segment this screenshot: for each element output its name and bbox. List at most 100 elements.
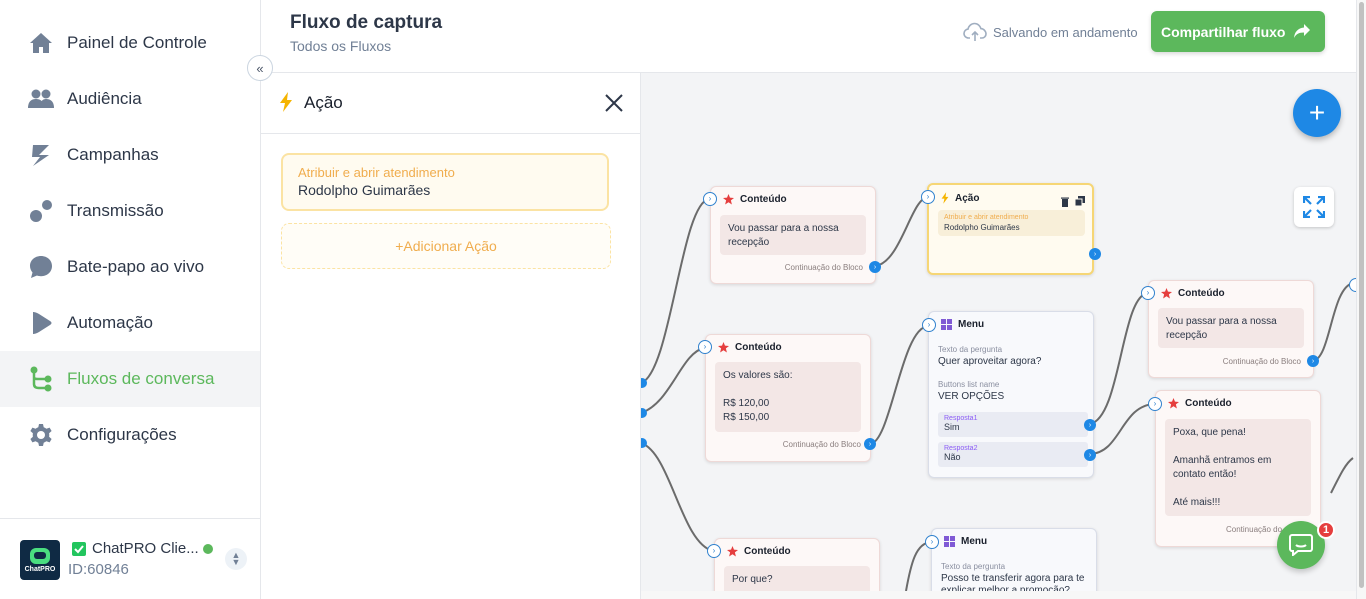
port-in[interactable]: › <box>922 318 936 332</box>
plus-icon: + <box>1308 97 1326 128</box>
port-in[interactable] <box>1349 278 1356 292</box>
account-name: ChatPRO Clie... <box>92 540 199 557</box>
app: Painel de Controle Audiência Campanhas T… <box>0 0 1366 599</box>
port-out[interactable]: › <box>1089 248 1101 260</box>
node-title: Menu <box>961 536 988 547</box>
collapse-sidebar-button[interactable]: « <box>247 55 273 81</box>
fullscreen-button[interactable] <box>1294 187 1334 227</box>
share-flow-label: Compartilhar fluxo <box>1161 23 1286 40</box>
sidebar: Painel de Controle Audiência Campanhas T… <box>0 0 261 599</box>
chat-bubble-icon <box>1289 534 1313 556</box>
node-response: Resposta1 Sim <box>938 412 1088 437</box>
sidebar-item-label: Transmissão <box>67 201 164 220</box>
port-in[interactable]: › <box>698 340 712 354</box>
flow-canvas[interactable]: Conteúdo Vou passar para a nossa recepçã… <box>641 73 1356 591</box>
sidebar-item-transmissao[interactable]: Transmissão <box>0 183 260 239</box>
account-switch-chevrons-icon[interactable]: ▲ ▼ <box>225 548 247 570</box>
star-icon <box>718 342 729 353</box>
share-arrow-icon <box>1294 24 1310 38</box>
port-out[interactable]: › <box>869 261 881 273</box>
broadcast-icon <box>28 198 54 224</box>
node-title: Conteúdo <box>744 546 791 557</box>
star-icon <box>727 546 738 557</box>
page-vertical-scrollbar[interactable] <box>1356 0 1366 599</box>
node-title: Conteúdo <box>1178 288 1225 299</box>
flow-node-content[interactable]: Conteúdo Os valores são: R$ 120,00 R$ 15… <box>705 334 871 462</box>
node-title: Conteúdo <box>735 342 782 353</box>
node-message: Os valores são: R$ 120,00 R$ 150,00 <box>715 362 861 432</box>
sidebar-item-label: Audiência <box>67 89 142 108</box>
duplicate-icon[interactable] <box>1074 193 1085 211</box>
breadcrumb-all-flows[interactable]: Todos os Fluxos <box>290 38 391 54</box>
grid-icon <box>941 319 952 330</box>
port-in[interactable]: › <box>1148 397 1162 411</box>
expand-icon <box>1303 196 1325 218</box>
notification-badge: 1 <box>1317 521 1335 539</box>
lightning-icon <box>280 92 292 112</box>
flow-node-menu[interactable]: Menu Texto da pergunta Quer aproveitar a… <box>928 311 1094 478</box>
sidebar-item-automacao[interactable]: Automação <box>0 295 260 351</box>
flow-node-content[interactable]: Conteúdo Vou passar para a nossa recepçã… <box>1148 280 1314 378</box>
port-out[interactable]: › <box>864 438 876 450</box>
node-continuation: Continuação do Bloco <box>782 440 861 449</box>
automation-icon <box>28 310 54 336</box>
sidebar-item-audiencia[interactable]: Audiência <box>0 71 260 127</box>
port-out[interactable]: › <box>1084 449 1096 461</box>
port-in[interactable]: › <box>707 544 721 558</box>
action-item-value: Rodolpho Guimarães <box>298 182 431 198</box>
flow-node-content[interactable]: Conteúdo Vou passar para a nossa recepçã… <box>710 186 876 284</box>
node-buttons-value: VER OPÇÕES <box>938 391 1005 402</box>
node-buttons-label: Buttons list name <box>938 380 1000 389</box>
close-icon[interactable] <box>604 93 624 113</box>
account-switcher[interactable]: ChatPRO <box>0 518 260 599</box>
flow-node-action[interactable]: Ação Atribuir e abrir atendimento Rodolp… <box>927 183 1094 275</box>
node-message-line: R$ 120,00 <box>723 398 770 409</box>
robot-logo-icon <box>30 547 50 564</box>
action-panel: Ação Atribuir e abrir atendimento Rodolp… <box>261 73 641 599</box>
node-title: Ação <box>955 192 980 204</box>
port-in[interactable]: › <box>925 535 939 549</box>
canvas-horizontal-scrollbar[interactable] <box>641 591 1356 599</box>
node-continuation: Continuação do <box>1226 525 1283 534</box>
port-in[interactable]: › <box>703 192 717 206</box>
double-chevron-left-icon: « <box>256 60 264 76</box>
flow-node-menu[interactable]: Menu Texto da pergunta Posso te transfer… <box>931 528 1097 591</box>
node-message-line: Até mais!!! <box>1173 497 1221 508</box>
sidebar-item-label: Bate-papo ao vivo <box>67 257 205 276</box>
port-in[interactable]: › <box>921 190 935 204</box>
sidebar-item-label: Configurações <box>67 425 177 444</box>
node-question-label: Texto da pergunta <box>938 345 1003 354</box>
flow-node-content[interactable]: Conteúdo Por que? <box>714 538 880 591</box>
home-icon <box>28 30 54 56</box>
node-message-line: Os valores são: <box>723 370 793 381</box>
sidebar-item-bate-papo[interactable]: Bate-papo ao vivo <box>0 239 260 295</box>
action-item-card[interactable]: Atribuir e abrir atendimento Rodolpho Gu… <box>281 153 609 211</box>
add-node-button[interactable]: + <box>1293 89 1341 137</box>
online-status-dot <box>203 544 213 554</box>
campaign-icon <box>28 142 54 168</box>
star-icon <box>723 194 734 205</box>
node-action-label: Atribuir e abrir atendimento <box>944 214 1029 221</box>
saving-status: Salvando em andamento <box>963 22 1138 42</box>
sidebar-item-campanhas[interactable]: Campanhas <box>0 127 260 183</box>
node-message-line: Poxa, que pena! <box>1173 427 1246 438</box>
sidebar-item-configuracoes[interactable]: Configurações <box>0 407 260 463</box>
port-out[interactable]: › <box>1307 355 1319 367</box>
sidebar-item-label: Painel de Controle <box>67 33 207 52</box>
response-value: Não <box>944 452 961 462</box>
node-message-line: R$ 150,00 <box>723 412 770 423</box>
sidebar-item-label: Automação <box>67 313 153 332</box>
cloud-upload-icon <box>963 22 987 41</box>
add-action-button[interactable]: +Adicionar Ação <box>281 223 611 269</box>
account-logo-text: ChatPRO <box>24 565 56 573</box>
node-action-value: Rodolpho Guimarães <box>944 223 1020 232</box>
account-id: ID:60846 <box>68 561 129 578</box>
sidebar-item-fluxos[interactable]: Fluxos de conversa <box>0 351 260 407</box>
action-item-label: Atribuir e abrir atendimento <box>298 165 455 180</box>
share-flow-button[interactable]: Compartilhar fluxo <box>1151 11 1325 52</box>
port-in[interactable]: › <box>1141 286 1155 300</box>
response-value: Sim <box>944 422 960 432</box>
port-out[interactable]: › <box>1084 419 1096 431</box>
sidebar-item-painel[interactable]: Painel de Controle <box>0 15 260 71</box>
scrollbar-thumb[interactable] <box>1359 2 1364 588</box>
